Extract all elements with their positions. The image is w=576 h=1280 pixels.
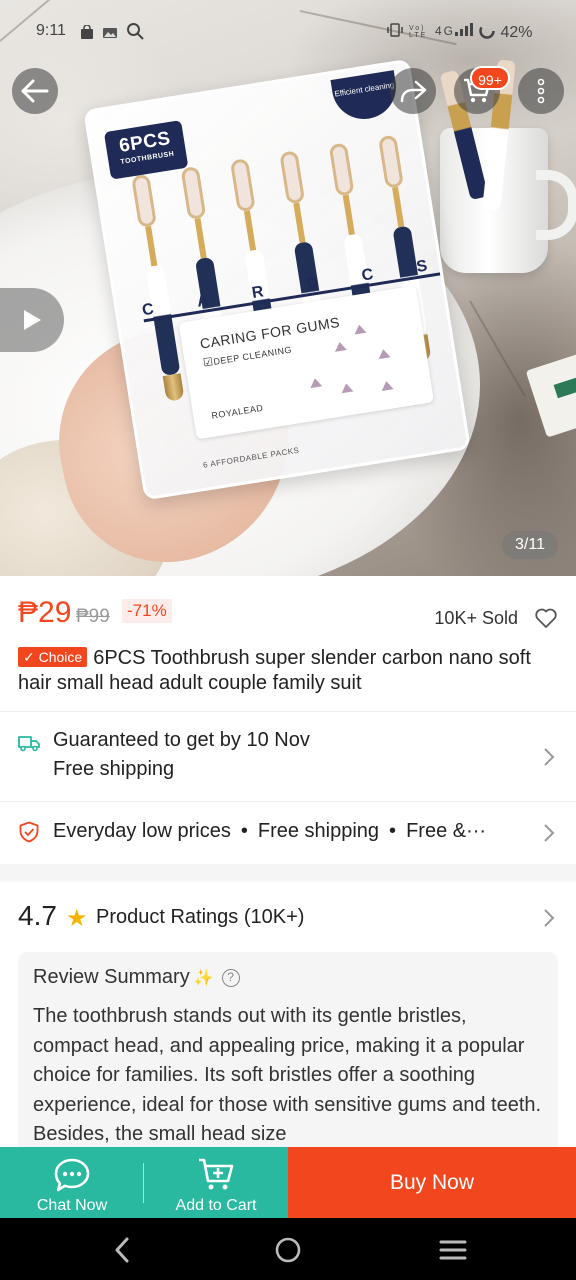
delivery-guarantee: Guaranteed to get by 10 Nov (53, 729, 310, 751)
buy-now-button[interactable]: Buy Now (288, 1147, 576, 1218)
status-right-icons: Vo) LTE 4G (386, 23, 473, 40)
chat-bubble-icon (54, 1158, 90, 1192)
image-pager: 3/11 (502, 531, 558, 559)
price-row: ₱29 ₱99 -71% 10K+ Sold (18, 596, 558, 636)
bullet-separator: • (240, 820, 248, 842)
value-prop-item: Free &··· (406, 820, 487, 842)
delivery-shipping: Free shipping (53, 758, 175, 780)
chevron-right-icon (544, 748, 555, 766)
bullet-separator: • (389, 820, 397, 842)
ratings-label: Product Ratings (10K+) (96, 906, 305, 928)
play-icon (24, 310, 41, 330)
sparkle-icon: ✨ (193, 970, 214, 987)
bottom-action-bar: Chat Now Add to Cart Buy Now (0, 1147, 576, 1218)
status-bar: 9:11 Vo) LTE 4G 42% (0, 18, 576, 48)
shopping-bag-icon (81, 24, 93, 39)
status-left-icons (80, 22, 144, 43)
image-icon (102, 28, 117, 38)
toothbrush (131, 173, 185, 402)
vibrate-icon (387, 23, 403, 37)
delivery-row[interactable]: Guaranteed to get by 10 Nov Free shippin… (0, 712, 576, 800)
review-summary-body: The toothbrush stands out with its gentl… (33, 1005, 542, 1145)
play-video-button[interactable] (0, 288, 64, 352)
toothbrush-package: 6PCS TOOTHBRUSH Efficient cleaning CARDC… (83, 58, 471, 501)
search-icon (126, 23, 144, 40)
value-props-row[interactable]: Everyday low prices • Free shipping • Free &… (0, 802, 576, 862)
sold-count: 10K+ Sold (434, 608, 518, 628)
back-button[interactable] (12, 68, 58, 114)
nav-back-icon[interactable] (108, 1235, 138, 1265)
pack-foot: 6 AFFORDABLE PACKS (202, 445, 300, 470)
svg-text:Vo): Vo) (409, 25, 426, 32)
4g-signal-icon: 4G (435, 23, 473, 38)
back-arrow-icon (21, 79, 49, 103)
help-icon[interactable]: ? (221, 969, 240, 987)
status-time: 9:11 (36, 22, 66, 39)
chat-now-button[interactable]: Chat Now (0, 1147, 144, 1218)
battery-percent: 42% (500, 24, 533, 41)
product-title-text: 6PCS Toothbrush super slender carbon nan… (18, 647, 531, 694)
review-summary-title: Review Summary (33, 966, 190, 988)
chevron-right-icon (544, 909, 555, 927)
triangle-pattern (340, 382, 354, 394)
add-to-cart-label: Add to Cart (175, 1197, 257, 1214)
ratings-row[interactable]: 4.7 ★ Product Ratings (10K+) (0, 890, 576, 946)
review-summary-header: Review Summary ✨? (33, 966, 543, 989)
share-button[interactable] (390, 68, 436, 114)
original-price: ₱99 (76, 606, 110, 627)
choice-badge: ✓ Choice (18, 647, 88, 667)
triangle-pattern (333, 341, 347, 352)
product-title: ✓ Choice 6PCS Toothbrush super slender ca… (18, 646, 558, 696)
chevron-right-icon (544, 824, 555, 842)
triangle-pattern (308, 377, 323, 389)
cart-count-badge: 99+ (470, 66, 510, 90)
svg-text:LTE: LTE (409, 32, 427, 37)
current-price: ₱29 (18, 596, 72, 629)
system-nav-bar (0, 1218, 576, 1280)
nav-home-icon[interactable] (273, 1235, 303, 1265)
heart-icon[interactable] (534, 606, 558, 630)
truck-icon (18, 736, 40, 752)
star-icon: ★ (66, 905, 88, 932)
value-props-text: Everyday low prices • Free shipping • Free &… (53, 820, 541, 843)
battery-indicator: 42% (478, 22, 532, 42)
add-to-cart-button[interactable]: Add to Cart (144, 1147, 288, 1218)
discount-badge: -71% (122, 599, 172, 623)
chat-now-label: Chat Now (36, 1197, 108, 1214)
triangle-pattern (377, 348, 391, 360)
battery-saver-icon (479, 23, 495, 39)
pack-label: 6PCS TOOTHBRUSH (103, 120, 189, 180)
shield-check-icon (19, 821, 39, 843)
packet (525, 352, 576, 438)
triangle-pattern (380, 380, 394, 391)
section-gap (0, 864, 576, 882)
value-prop-item: Free shipping (257, 820, 380, 842)
cup-handle (536, 170, 576, 240)
add-to-cart-icon (199, 1158, 234, 1190)
svg-text:4G: 4G (435, 24, 455, 37)
nav-recents-icon[interactable] (438, 1235, 468, 1265)
value-prop-item: Everyday low prices (53, 820, 231, 842)
volte-icon: Vo)LTE (409, 25, 427, 39)
triangle-pattern (353, 323, 367, 335)
pack-card-brand: ROYALEAD (210, 402, 265, 421)
more-button[interactable] (518, 68, 564, 114)
product-image-gallery[interactable]: 6PCS TOOTHBRUSH Efficient cleaning CARDC… (0, 0, 576, 576)
rating-score: 4.7 (18, 900, 57, 931)
share-icon (400, 80, 427, 103)
more-vertical-icon (537, 78, 545, 104)
